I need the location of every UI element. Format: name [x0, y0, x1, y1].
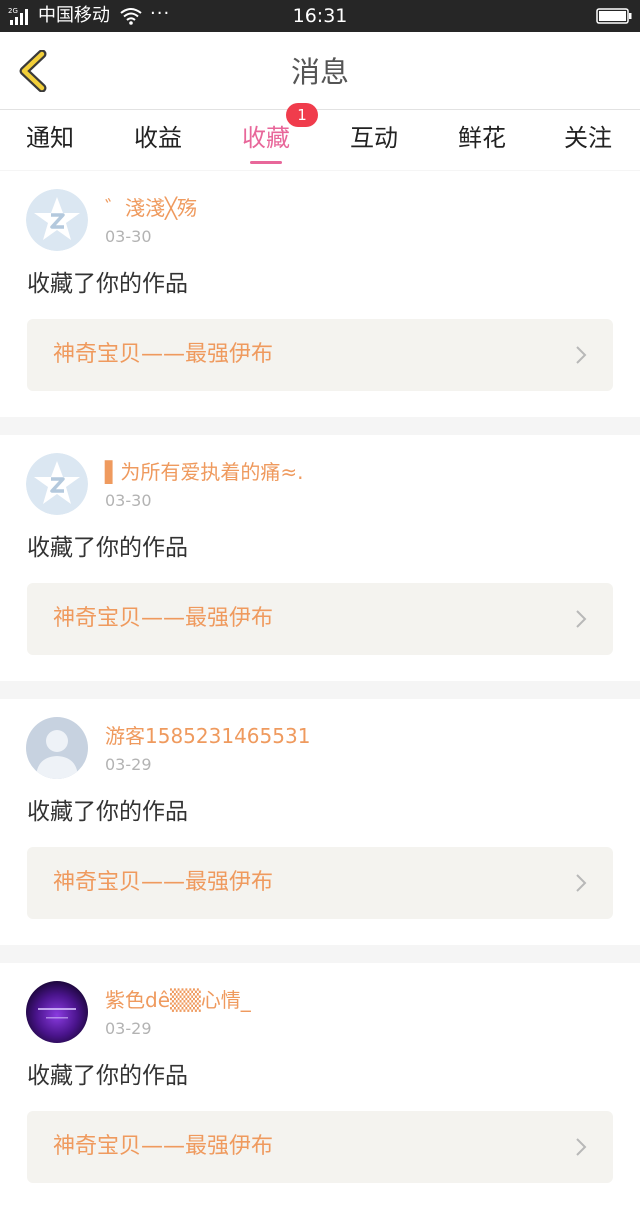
username[interactable]: ▌为所有爱执着的痛≈. [105, 459, 304, 485]
username[interactable]: 游客1585231465531 [105, 723, 310, 749]
tab-label: 通知 [26, 124, 74, 152]
battery-icon [596, 8, 632, 24]
action-text: 收藏了你的作品 [27, 1063, 188, 1089]
tab-label: 收藏 [242, 124, 290, 152]
message-card: ▌为所有爱执着的痛≈. 03-30 收藏了你的作品 神奇宝贝——最强伊布 [0, 435, 640, 681]
active-tab-indicator [250, 161, 282, 164]
action-text: 收藏了你的作品 [27, 535, 188, 561]
tab-label: 鲜花 [458, 124, 506, 152]
chevron-right-icon [576, 610, 587, 628]
work-title: 神奇宝贝——最强伊布 [53, 342, 274, 367]
message-date: 03-29 [105, 1019, 152, 1038]
message-date: 03-29 [105, 755, 152, 774]
work-title: 神奇宝贝——最强伊布 [53, 870, 274, 895]
message-date: 03-30 [105, 491, 152, 510]
work-link[interactable]: 神奇宝贝——最强伊布 [27, 319, 613, 391]
tab-notifications[interactable]: 通知 [0, 110, 100, 170]
status-time: 16:31 [292, 5, 348, 27]
action-text: 收藏了你的作品 [27, 799, 188, 825]
tab-earnings[interactable]: 收益 [108, 110, 208, 170]
unread-badge: 1 [286, 103, 318, 127]
chevron-right-icon [576, 1138, 587, 1156]
tab-interactions[interactable]: 互动 [324, 110, 424, 170]
guest-silhouette-icon[interactable] [26, 717, 88, 779]
tab-label: 互动 [350, 124, 398, 152]
qq-default-icon[interactable] [26, 189, 88, 251]
page-title: 消息 [290, 55, 349, 89]
message-card: ゛淺淺╳殇 03-30 收藏了你的作品 神奇宝贝——最强伊布 [0, 171, 640, 417]
tab-bar: 通知 收益 收藏 互动 鲜花 关注 [0, 110, 640, 170]
tab-flowers[interactable]: 鲜花 [432, 110, 532, 170]
tab-label: 收益 [134, 124, 182, 152]
work-title: 神奇宝贝——最强伊布 [53, 606, 274, 631]
tab-following[interactable]: 关注 [538, 110, 638, 170]
work-link[interactable]: 神奇宝贝——最强伊布 [27, 1111, 613, 1183]
nav-header: 消息 [0, 32, 640, 110]
chevron-right-icon [576, 346, 587, 364]
action-text: 收藏了你的作品 [27, 271, 188, 297]
work-link[interactable]: 神奇宝贝——最强伊布 [27, 583, 613, 655]
work-title: 神奇宝贝——最强伊布 [53, 1134, 274, 1159]
purple-photo-avatar[interactable] [26, 981, 88, 1043]
tab-label: 关注 [564, 124, 612, 152]
username[interactable]: 紫色dê▒▒心情_ [105, 987, 251, 1013]
message-date: 03-30 [105, 227, 152, 246]
username[interactable]: ゛淺淺╳殇 [105, 195, 197, 221]
message-card: 游客1585231465531 03-29 收藏了你的作品 神奇宝贝——最强伊布 [0, 699, 640, 945]
chevron-right-icon [576, 874, 587, 892]
message-card: 紫色dê▒▒心情_ 03-29 收藏了你的作品 神奇宝贝——最强伊布 [0, 963, 640, 1209]
qq-default-icon[interactable] [26, 453, 88, 515]
work-link[interactable]: 神奇宝贝——最强伊布 [27, 847, 613, 919]
status-bar: 2G 中国移动 ··· 16:31 [0, 0, 640, 32]
